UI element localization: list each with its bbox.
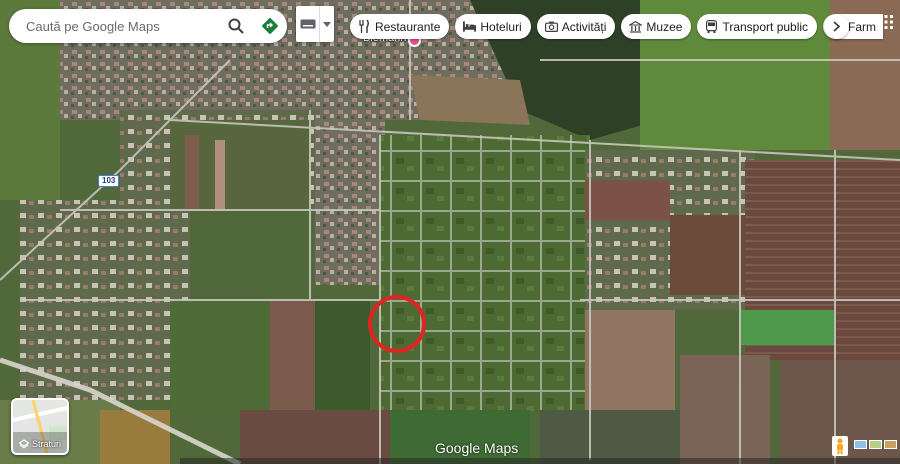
fork-knife-icon (358, 20, 371, 33)
chip-label: Farm (848, 19, 877, 34)
chevron-down-icon[interactable] (320, 21, 334, 27)
chip-label: Restaurante (375, 19, 441, 34)
pegman-icon[interactable] (832, 436, 848, 456)
attribution-bar (180, 458, 900, 464)
layers-button[interactable]: Straturi (11, 398, 69, 455)
keyboard-icon[interactable] (296, 6, 320, 42)
search-icon[interactable] (219, 9, 253, 43)
museum-icon (629, 20, 643, 33)
chip-restaurants[interactable]: Restaurante (350, 14, 450, 39)
bus-icon (705, 20, 718, 33)
search-box[interactable]: Caută pe Google Maps (9, 9, 287, 43)
input-tools-button[interactable] (296, 6, 334, 42)
apps-grid-icon[interactable] (879, 15, 893, 29)
chip-museums[interactable]: Muzee (621, 14, 692, 39)
chip-label: Activități (561, 19, 607, 34)
directions-icon[interactable] (253, 9, 287, 43)
chip-label: Muzee (646, 19, 683, 34)
satellite-imagery (0, 0, 900, 464)
satellite-map[interactable] (0, 0, 900, 464)
bed-icon (463, 20, 477, 33)
chip-transit[interactable]: Transport public (697, 14, 818, 39)
google-maps-logo: Google Maps (435, 440, 519, 456)
road-number-badge: 103 (98, 175, 120, 187)
thumbnail-satellite[interactable] (884, 440, 897, 449)
chip-hotels[interactable]: Hoteluri (455, 14, 531, 39)
camera-icon (544, 20, 558, 33)
search-input[interactable]: Caută pe Google Maps (26, 19, 219, 34)
layers-label: Straturi (31, 439, 61, 449)
chip-activities[interactable]: Activități (536, 14, 616, 39)
chevron-right-icon (833, 21, 840, 32)
thumbnail-water[interactable] (854, 440, 867, 449)
chips-next-button[interactable] (824, 14, 849, 39)
chip-label: Hoteluri (480, 19, 522, 34)
thumbnail-terrain[interactable] (869, 440, 882, 449)
chip-label: Transport public (722, 19, 809, 34)
category-chips: Restaurante Hoteluri Activități Muzee Tr… (350, 14, 884, 39)
imagery-thumbnails[interactable] (854, 440, 897, 449)
layers-icon (18, 439, 29, 449)
